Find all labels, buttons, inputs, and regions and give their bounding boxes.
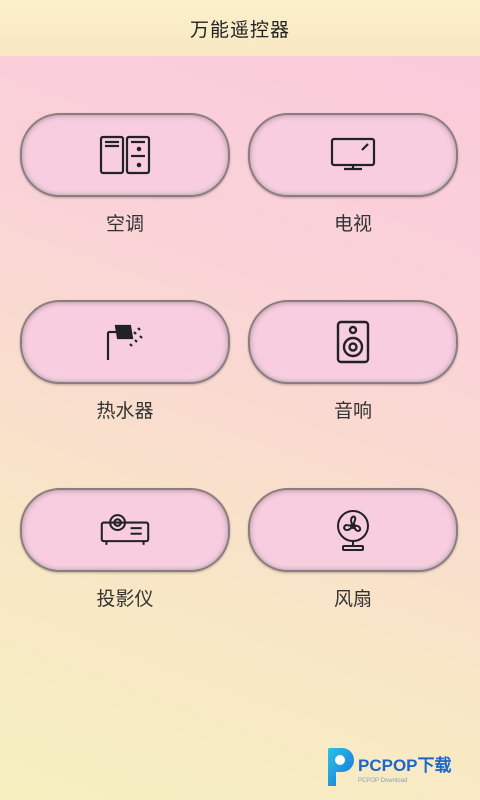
device-projector[interactable]: 投影仪 [20, 488, 230, 611]
fan-button[interactable] [248, 488, 458, 572]
projector-button[interactable] [20, 488, 230, 572]
watermark-sub: PCPOP Download [358, 778, 407, 784]
fan-label: 风扇 [333, 588, 372, 610]
pcpop-watermark-logo: PCPOP下载 PCPOP Download [320, 744, 474, 790]
water-heater-label: 热水器 [96, 400, 154, 422]
projector-icon [99, 504, 151, 556]
device-air-conditioner[interactable]: 空调 [20, 113, 230, 236]
tv-icon [327, 129, 379, 181]
device-water-heater[interactable]: 热水器 [20, 300, 230, 423]
water-heater-icon [99, 316, 151, 368]
speaker-button[interactable] [248, 300, 458, 384]
pcpop-logo-icon: PCPOP下载 PCPOP Download [328, 748, 452, 786]
app-header: 万能遥控器 [0, 0, 480, 56]
watermark-brand: PCPOP下载 [358, 755, 452, 775]
device-fan[interactable]: 风扇 [248, 488, 458, 611]
tv-button[interactable] [248, 113, 458, 197]
air-conditioner-label: 空调 [105, 213, 144, 235]
fan-icon [327, 504, 379, 556]
page-title: 万能遥控器 [189, 18, 290, 41]
projector-label: 投影仪 [96, 588, 154, 610]
tv-label: 电视 [333, 213, 372, 235]
speaker-label: 音响 [333, 400, 372, 422]
speaker-icon [327, 316, 379, 368]
air-conditioner-icon [99, 129, 151, 181]
device-tv[interactable]: 电视 [248, 113, 458, 236]
air-conditioner-button[interactable] [20, 113, 230, 197]
water-heater-button[interactable] [20, 300, 230, 384]
device-speaker[interactable]: 音响 [248, 300, 458, 423]
